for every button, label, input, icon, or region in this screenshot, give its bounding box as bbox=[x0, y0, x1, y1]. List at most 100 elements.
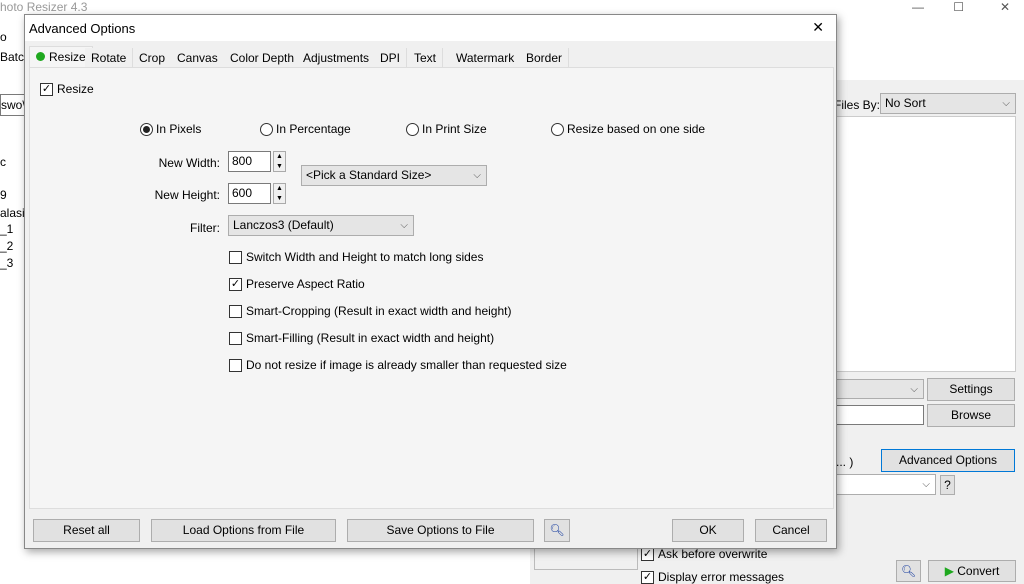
reset-all-button[interactable]: Reset all bbox=[33, 519, 140, 542]
tab-border[interactable]: Border bbox=[520, 48, 570, 68]
save-options-button[interactable]: Save Options to File bbox=[347, 519, 534, 542]
option-checkbox[interactable]: Switch Width and Height to match long si… bbox=[229, 250, 483, 264]
filter-select[interactable]: Lanczos3 (Default) ⌵ bbox=[228, 215, 414, 236]
tab-label: DPI bbox=[380, 51, 401, 65]
preview-button[interactable]: 🔍︎ bbox=[896, 560, 921, 582]
chevron-down-icon: ⌵ bbox=[400, 220, 408, 231]
checkbox-icon bbox=[229, 358, 242, 372]
main-title: hoto Resizer 4.3 bbox=[0, 0, 88, 14]
tab-dpi[interactable]: DPI bbox=[374, 48, 408, 68]
option-checkbox[interactable]: Smart-Cropping (Result in exact width an… bbox=[229, 304, 511, 318]
sort-value: No Sort bbox=[885, 96, 926, 110]
sort-select[interactable]: No Sort ⌵ bbox=[880, 93, 1016, 114]
tab-label: Crop bbox=[139, 51, 166, 65]
check-icon: ✓ bbox=[641, 570, 654, 584]
browse-button[interactable]: Browse bbox=[927, 404, 1015, 427]
option-label: Smart-Cropping (Result in exact width an… bbox=[246, 304, 512, 318]
convert-label: Convert bbox=[957, 564, 1000, 578]
settings-button[interactable]: Settings bbox=[927, 378, 1015, 401]
filter-value: Lanczos3 (Default) bbox=[233, 218, 334, 232]
width-spinner[interactable]: ▲ ▼ bbox=[273, 151, 286, 172]
preset-select[interactable]: ⌵ bbox=[836, 474, 936, 495]
tab-label: Resize bbox=[49, 50, 86, 64]
height-spinner[interactable]: ▲ ▼ bbox=[273, 183, 286, 204]
tab-label: Text bbox=[414, 51, 437, 65]
list-item[interactable]: _2 bbox=[0, 239, 13, 253]
option-checkbox[interactable]: Smart-Filling (Result in exact width and… bbox=[229, 331, 494, 345]
check-icon: ✓ bbox=[641, 547, 654, 561]
tab-label: Canvas bbox=[177, 51, 218, 65]
minimize-icon[interactable]: — bbox=[912, 0, 924, 14]
option-checkbox[interactable]: Do not resize if image is already smalle… bbox=[229, 358, 567, 372]
resize-checkbox[interactable]: ✓ Resize bbox=[40, 82, 94, 96]
tab-label: Adjustments bbox=[303, 51, 370, 65]
tab-crop[interactable]: Crop bbox=[133, 48, 173, 68]
dialog-titlebar: Advanced Options ✕ bbox=[25, 15, 836, 41]
options-summary: ... ) bbox=[836, 455, 854, 469]
sort-label: Files By: bbox=[834, 98, 881, 112]
menu-fragment[interactable]: o bbox=[0, 30, 7, 44]
standard-size-select[interactable]: <Pick a Standard Size> ⌵ bbox=[301, 165, 487, 186]
radio-in-print-size[interactable]: In Print Size bbox=[406, 122, 487, 136]
close-icon[interactable]: ✕ bbox=[812, 19, 824, 36]
list-item[interactable]: _1 bbox=[0, 222, 13, 236]
option-label: Do not resize if image is already smalle… bbox=[246, 358, 567, 372]
tab-watermark[interactable]: Watermark bbox=[450, 48, 522, 68]
display-errors-checkbox[interactable]: ✓ Display error messages bbox=[641, 570, 784, 584]
ok-button[interactable]: OK bbox=[672, 519, 744, 542]
tab-text[interactable]: Text bbox=[408, 48, 444, 68]
magnifier-page-icon: 🔍︎ bbox=[900, 564, 917, 578]
tab-label: Border bbox=[526, 51, 563, 65]
file-list[interactable] bbox=[836, 116, 1016, 372]
path-input[interactable]: swo\i bbox=[0, 94, 26, 116]
standard-size-value: <Pick a Standard Size> bbox=[306, 168, 432, 182]
list-item[interactable]: _3 bbox=[0, 256, 13, 270]
cancel-button[interactable]: Cancel bbox=[755, 519, 827, 542]
play-icon: ▶ bbox=[944, 564, 954, 578]
check-icon: ✓ bbox=[40, 82, 53, 96]
magnifier-page-icon: 🔍︎ bbox=[549, 523, 565, 537]
format-select[interactable]: ⌵ bbox=[836, 379, 924, 399]
checkbox-icon bbox=[229, 331, 242, 345]
radio-label: In Percentage bbox=[276, 122, 351, 136]
tab-adjustments[interactable]: Adjustments bbox=[297, 48, 377, 68]
output-folder-input[interactable] bbox=[836, 405, 924, 425]
new-width-input[interactable]: 800 bbox=[228, 151, 271, 172]
checkbox-icon bbox=[229, 304, 242, 318]
tab-label: Color Depth bbox=[230, 51, 295, 65]
chevron-down-icon: ⌵ bbox=[922, 479, 930, 490]
resize-label: Resize bbox=[57, 82, 94, 96]
radio-label: In Print Size bbox=[422, 122, 487, 136]
advanced-options-button[interactable]: Advanced Options bbox=[881, 449, 1015, 472]
new-height-label: New Height: bbox=[154, 188, 220, 202]
tab-label: Rotate bbox=[91, 51, 127, 65]
radio-selected-icon bbox=[143, 125, 150, 133]
chevron-down-icon: ⌵ bbox=[473, 170, 481, 181]
list-item[interactable]: c bbox=[0, 155, 6, 169]
tab-color-depth[interactable]: Color Depth bbox=[224, 48, 302, 68]
tab-label: Watermark bbox=[456, 51, 515, 65]
option-label: Smart-Filling (Result in exact width and… bbox=[246, 331, 495, 345]
option-label: Switch Width and Height to match long si… bbox=[246, 250, 484, 264]
tab-resize[interactable]: Resize bbox=[29, 46, 93, 68]
help-button[interactable]: ? bbox=[940, 475, 955, 495]
maximize-icon[interactable]: ☐ bbox=[953, 0, 964, 14]
ask-overwrite-checkbox[interactable]: ✓ Ask before overwrite bbox=[641, 547, 767, 561]
preview-button[interactable]: 🔍︎ bbox=[544, 519, 570, 542]
checkbox-icon: ✓ bbox=[229, 277, 242, 291]
radio-in-percentage[interactable]: In Percentage bbox=[260, 122, 351, 136]
close-main-icon[interactable]: ✕ bbox=[1000, 0, 1010, 14]
display-errors-label: Display error messages bbox=[658, 570, 785, 584]
tab-canvas[interactable]: Canvas bbox=[171, 48, 225, 68]
tab-rotate[interactable]: Rotate bbox=[85, 48, 134, 68]
load-options-button[interactable]: Load Options from File bbox=[151, 519, 336, 542]
list-item[interactable]: 9 bbox=[0, 188, 7, 202]
new-width-label: New Width: bbox=[158, 156, 220, 170]
dialog-title: Advanced Options bbox=[29, 21, 136, 36]
convert-button[interactable]: ▶ Convert bbox=[928, 560, 1016, 582]
new-height-input[interactable]: 600 bbox=[228, 183, 271, 204]
option-checkbox[interactable]: ✓ Preserve Aspect Ratio bbox=[229, 277, 365, 291]
radio-one-side[interactable]: Resize based on one side bbox=[551, 122, 705, 136]
radio-in-pixels[interactable]: In Pixels bbox=[140, 122, 201, 136]
chevron-down-icon: ⌵ bbox=[910, 384, 918, 395]
